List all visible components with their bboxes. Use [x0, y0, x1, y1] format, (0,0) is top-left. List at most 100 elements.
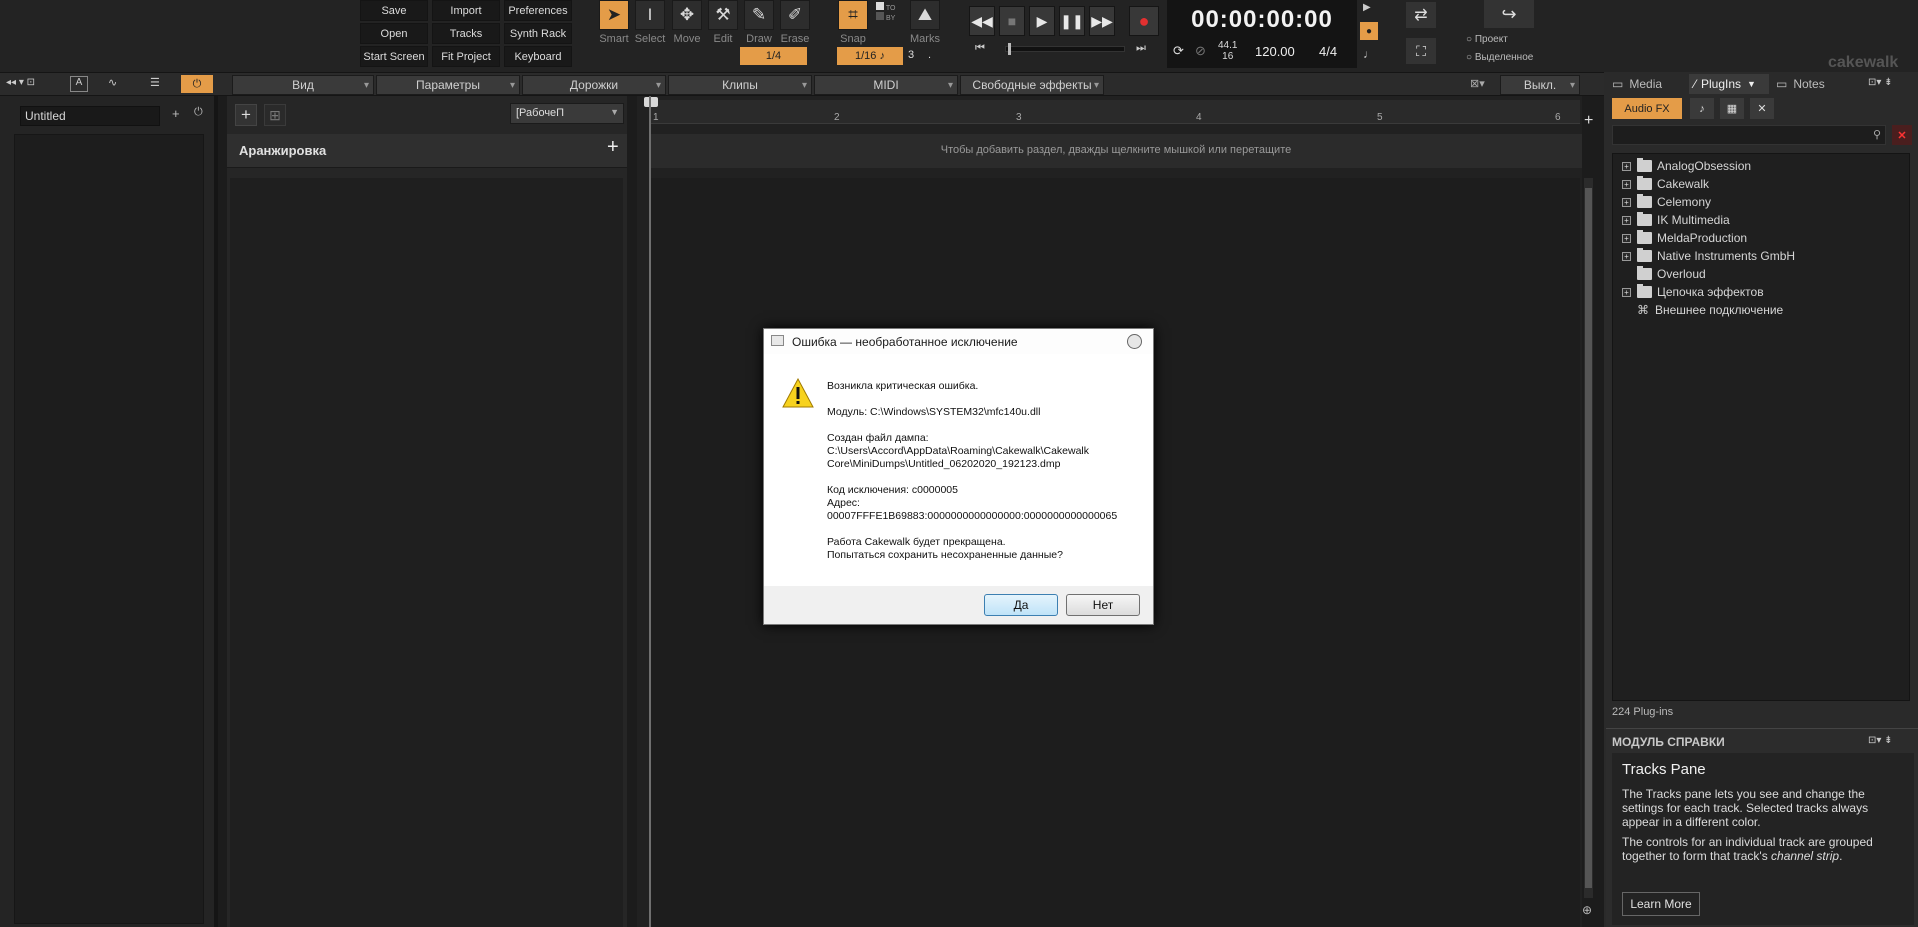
midi-fx-button[interactable]: ▦ [1720, 98, 1744, 119]
plugin-layouts-button[interactable]: ✕ [1750, 98, 1774, 119]
synth-rack-button[interactable]: Synth Rack [504, 23, 572, 44]
go-to-end-icon[interactable]: ⏭ [1136, 42, 1146, 55]
menu-off[interactable]: Выкл. [1500, 75, 1580, 95]
tree-item-external-insert[interactable]: ⌘ Внешнее подключение [1637, 301, 1783, 319]
import-button[interactable]: Import [432, 0, 500, 21]
menu-clips[interactable]: Клипы [668, 75, 812, 95]
loop-icon[interactable]: ⟳ [1173, 43, 1184, 59]
tool-edit[interactable]: ⚒ Edit [706, 0, 740, 46]
snap-dot[interactable]: . [928, 49, 931, 61]
metronome-icon[interactable]: ♩ [1363, 47, 1375, 61]
tool-move[interactable]: ✥ Move [670, 0, 704, 46]
stop-button[interactable]: ■ [999, 6, 1025, 36]
tool-select[interactable]: I Select [633, 0, 667, 46]
tool-smart[interactable]: ➤ Smart [597, 0, 631, 46]
clear-search-button[interactable]: ✕ [1892, 125, 1912, 145]
vertical-scroll-thumb[interactable] [1585, 188, 1592, 888]
tree-item-native-instruments[interactable]: + Native Instruments GmbH [1622, 247, 1795, 265]
fit-view-button[interactable]: ⛶ [1406, 38, 1436, 64]
tempo[interactable]: 120.00 [1255, 44, 1295, 59]
fast-forward-button[interactable]: ▶▶ [1089, 6, 1115, 36]
save-button[interactable]: Save [360, 0, 428, 21]
export-button[interactable]: ↪ [1484, 0, 1534, 28]
tab-media[interactable]: ▭ Media [1612, 74, 1684, 94]
tracks-button[interactable]: Tracks [432, 23, 500, 44]
time-display[interactable]: 00:00:00:00 ⟳ ⊘ 44.1 16 120.00 4/4 [1167, 0, 1357, 68]
menu-tracks[interactable]: Дорожки [522, 75, 666, 95]
tree-item-ik-multimedia[interactable]: + IK Multimedia [1622, 211, 1730, 229]
preferences-button[interactable]: Preferences [504, 0, 572, 21]
tree-item-overloud[interactable]: Overloud [1637, 265, 1706, 283]
play-button[interactable]: ▶ [1029, 6, 1055, 36]
tree-item-fx-chains[interactable]: + Цепочка эффектов [1622, 283, 1764, 301]
arranger-sections-row[interactable]: Чтобы добавить раздел, дважды щелкните м… [650, 134, 1582, 168]
yes-button[interactable]: Да [984, 594, 1058, 616]
tree-item-meldaproduction[interactable]: + MeldaProduction [1622, 229, 1747, 247]
record-mode-button[interactable]: ● [1360, 22, 1378, 40]
expand-icon[interactable]: + [1622, 287, 1631, 297]
rewind-button[interactable]: ◀◀ [969, 6, 995, 36]
punch-icon[interactable]: ⊘ [1195, 43, 1206, 59]
expand-icon[interactable]: + [1622, 179, 1631, 189]
duplicate-section-button[interactable]: ⊞ [264, 104, 286, 126]
loop-toggle-button[interactable]: ⇄ [1406, 2, 1436, 28]
record-button[interactable]: ● [1129, 6, 1159, 36]
dialog-close-icon[interactable] [1127, 334, 1142, 349]
vertical-scrollbar[interactable] [1584, 178, 1593, 898]
tree-item-analogobsession[interactable]: + AnalogObsession [1622, 157, 1751, 175]
waveform-icon[interactable]: ∿ [108, 76, 117, 89]
add-track-icon[interactable]: + [1584, 112, 1593, 130]
no-button[interactable]: Нет [1066, 594, 1140, 616]
power-small-icon[interactable]: ⏻ [194, 106, 203, 119]
arranger-preset-select[interactable]: [РабочеП ▼ [510, 103, 624, 124]
position-slider-handle[interactable] [1008, 43, 1011, 55]
browser-options-icon[interactable]: ◂◂ ▾ ⊡ [6, 77, 35, 88]
learn-more-button[interactable]: Learn More [1622, 892, 1700, 916]
snap-button[interactable]: ⌗ Snap [836, 0, 870, 46]
snap-extra[interactable]: 3 [908, 49, 914, 61]
instruments-button[interactable]: ♪ [1690, 98, 1714, 119]
fit-project-button[interactable]: Fit Project [432, 46, 500, 67]
menu-region-fx[interactable]: Свободные эффекты [960, 75, 1104, 95]
menu-options[interactable]: Параметры [376, 75, 520, 95]
expand-icon[interactable]: + [1622, 161, 1631, 171]
radio-selection[interactable]: ○ Выделенное [1466, 52, 1533, 63]
tree-item-cakewalk[interactable]: + Cakewalk [1622, 175, 1709, 193]
expand-icon[interactable]: + [1622, 251, 1631, 261]
expand-icon[interactable]: + [1622, 233, 1631, 243]
auto-text-icon[interactable]: A [70, 76, 88, 92]
dialog-titlebar[interactable]: Ошибка — необработанное исключение [764, 329, 1153, 354]
snap-grid-menu-icon[interactable]: ⊠▾ [1470, 77, 1485, 90]
align-icon[interactable]: ☰ [150, 76, 160, 89]
tab-notes[interactable]: ▭ Notes [1776, 74, 1848, 94]
go-to-start-icon[interactable]: ⏮ [975, 42, 985, 55]
plugin-search-input[interactable]: ⚲ [1612, 125, 1886, 145]
menu-midi[interactable]: MIDI [814, 75, 958, 95]
snap-mode-switch[interactable]: TO BY [876, 2, 902, 30]
menu-view[interactable]: Вид [232, 75, 374, 95]
help-options-icon[interactable]: ⊡▾ ⇟ [1868, 735, 1893, 746]
meter[interactable]: 4/4 [1319, 44, 1337, 59]
start-screen-button[interactable]: Start Screen [360, 46, 428, 67]
time-ruler[interactable]: 1 2 3 4 5 6 [650, 100, 1580, 124]
position-slider[interactable] [1005, 43, 1125, 55]
track-name-field[interactable]: Untitled [20, 106, 160, 126]
add-icon[interactable]: + [172, 106, 180, 121]
marks-button[interactable]: ⛰ Marks [908, 0, 942, 46]
radio-project[interactable]: ○ Проект [1466, 34, 1508, 45]
power-button[interactable]: ⏻ [181, 75, 213, 93]
tool-draw[interactable]: ✎ Draw [742, 0, 776, 46]
transport-menu-icon[interactable]: ▶ [1363, 2, 1371, 13]
add-section-button[interactable]: + [235, 104, 257, 126]
expand-icon[interactable]: + [1622, 197, 1631, 207]
snap-resolution-left[interactable]: 1/4 [740, 47, 807, 65]
expand-icon[interactable]: + [1622, 215, 1631, 225]
audio-fx-button[interactable]: Audio FX [1612, 98, 1682, 119]
tab-plugins[interactable]: ⁄ PlugIns ▼ [1689, 74, 1769, 94]
open-button[interactable]: Open [360, 23, 428, 44]
tree-item-celemony[interactable]: + Celemony [1622, 193, 1711, 211]
snap-resolution[interactable]: 1/16 ♪ [837, 47, 903, 65]
pause-button[interactable]: ❚❚ [1059, 6, 1085, 36]
add-arrangement-icon[interactable]: + [607, 136, 619, 159]
tool-erase[interactable]: ✐ Erase [778, 0, 812, 46]
